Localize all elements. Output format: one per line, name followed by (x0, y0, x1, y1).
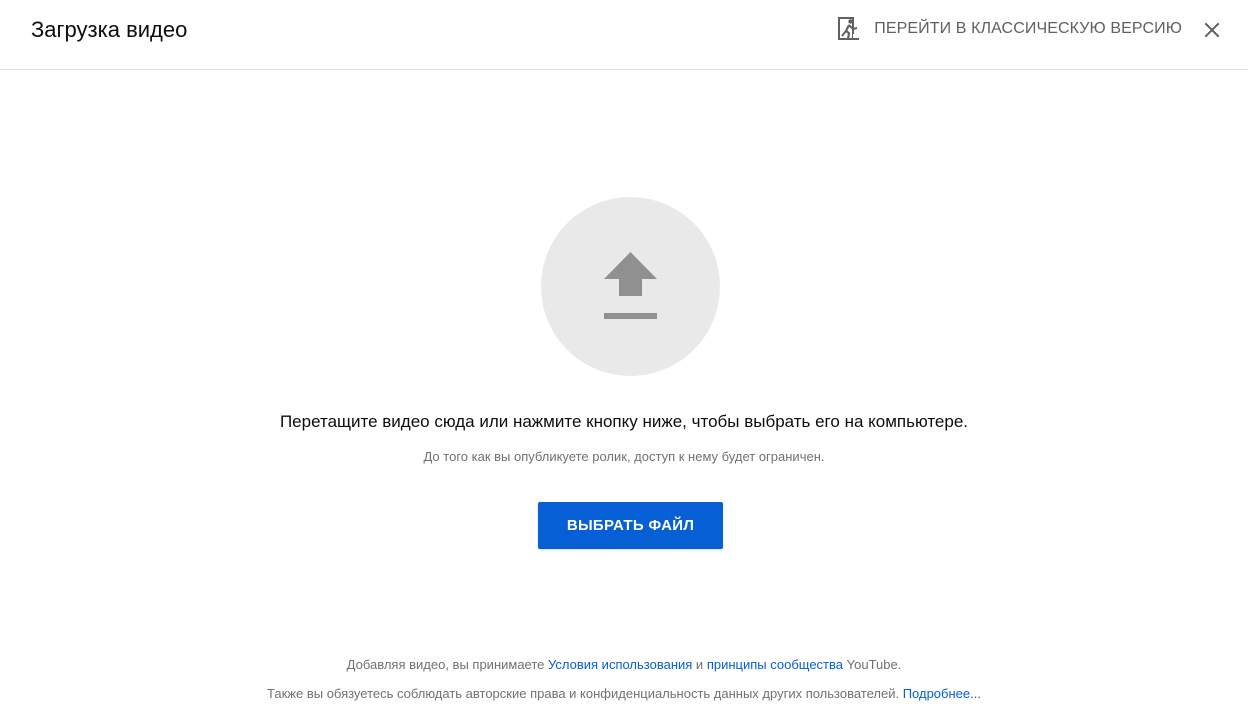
switch-to-classic-link[interactable]: ПЕРЕЙТИ В КЛАССИЧЕСКУЮ ВЕРСИЮ (838, 14, 1182, 44)
upload-circle[interactable] (541, 197, 720, 376)
copyright-notice-text: Также вы обязуетесь соблюдать авторские … (267, 686, 903, 701)
upload-video-dialog: Загрузка видео ПЕРЕЙТИ В КЛАССИЧЕСКУЮ ВЕ… (0, 0, 1248, 704)
upload-icon (604, 252, 657, 319)
dialog-header: Загрузка видео ПЕРЕЙТИ В КЛАССИЧЕСКУЮ ВЕ… (0, 0, 1248, 70)
terms-notice: Добавляя видео, вы принимаете Условия ис… (0, 656, 1248, 674)
learn-more-link[interactable]: Подробнее... (903, 686, 981, 701)
close-icon (1204, 22, 1220, 38)
upload-drop-zone[interactable]: Перетащите видео сюда или нажмите кнопку… (0, 71, 1248, 704)
privacy-note: До того как вы опубликуете ролик, доступ… (423, 449, 825, 464)
terms-of-service-link[interactable]: Условия использования (548, 657, 692, 672)
community-guidelines-link[interactable]: принципы сообщества (707, 657, 843, 672)
select-file-button[interactable]: ВЫБРАТЬ ФАЙЛ (538, 502, 723, 549)
dialog-title: Загрузка видео (31, 17, 188, 42)
drop-instructions: Перетащите видео сюда или нажмите кнопку… (279, 412, 969, 431)
close-button[interactable] (1200, 18, 1224, 42)
exit-to-app-icon (838, 17, 861, 41)
terms-notice-suffix: YouTube. (843, 657, 902, 672)
copyright-notice: Также вы обязуетесь соблюдать авторские … (0, 685, 1248, 703)
switch-to-classic-label: ПЕРЕЙТИ В КЛАССИЧЕСКУЮ ВЕРСИЮ (874, 20, 1182, 37)
terms-notice-and: и (692, 657, 707, 672)
terms-notice-prefix: Добавляя видео, вы принимаете (346, 657, 549, 672)
